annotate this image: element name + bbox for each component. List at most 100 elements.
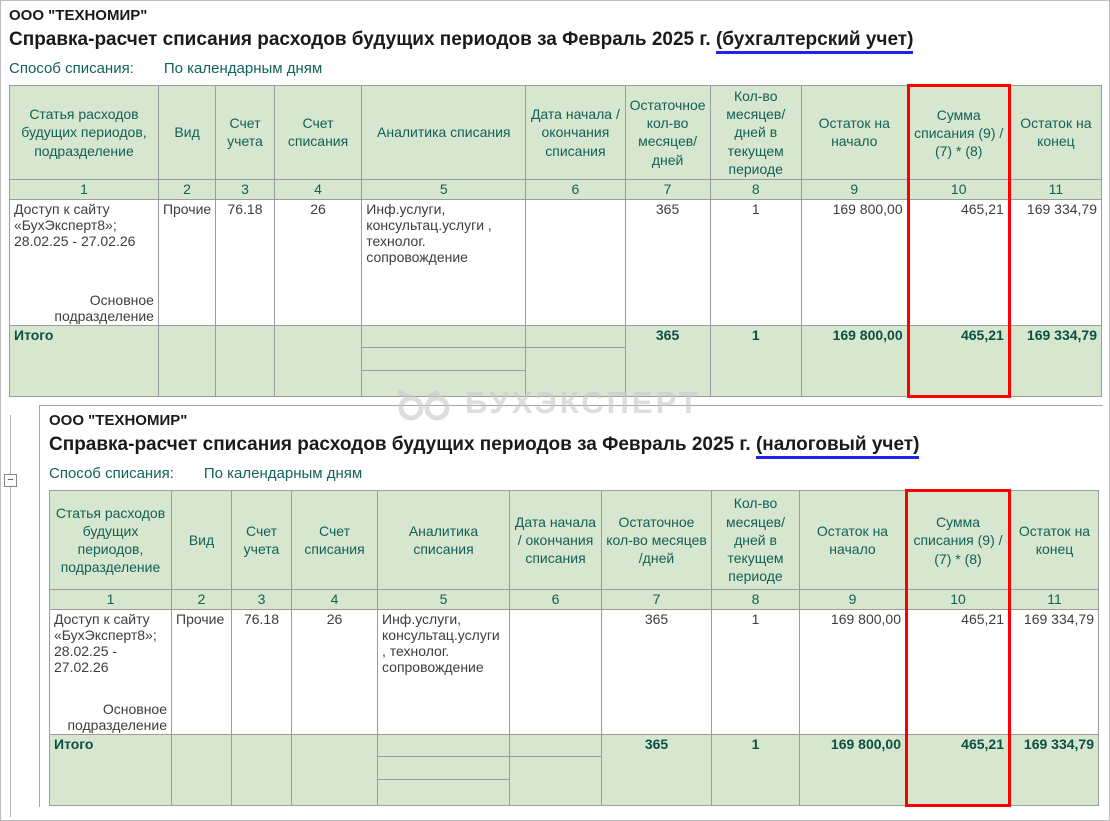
- column-header-article: Статья расходов будущих периодов, подраз…: [49, 489, 172, 590]
- column-number: 7: [624, 178, 711, 200]
- method-label: Способ списания:: [49, 464, 174, 482]
- column-number: 3: [215, 178, 275, 200]
- totals-row: Итого 365 1 169 800,00 465,21 169 334,79: [9, 324, 1103, 398]
- table-header-row: Статья расходов будущих периодов, подраз…: [49, 488, 1099, 590]
- column-number-row: 1 2 3 4 5 6 7 8 9 10 11: [9, 178, 1103, 200]
- column-header-writeoff-account: Счет списания: [291, 489, 378, 590]
- totals-remaining: 365: [601, 733, 712, 806]
- totals-empty: [291, 733, 378, 806]
- column-header-balance-start: Остаток на начало: [799, 489, 907, 590]
- column-header-balance-end: Остаток на конец: [1009, 489, 1099, 590]
- column-number: 10: [905, 588, 1011, 610]
- totals-remaining: 365: [624, 324, 711, 397]
- column-number: 6: [525, 178, 626, 200]
- column-number: 4: [291, 588, 378, 610]
- cell-kind: Прочие: [171, 608, 232, 735]
- expense-table-accounting: Статья расходов будущих периодов, подраз…: [9, 84, 1103, 398]
- cell-writeoff-sum: 465,21: [905, 608, 1011, 735]
- column-number: 5: [361, 178, 527, 200]
- writeoff-method-line: Способ списания: По календарным дням: [9, 60, 1102, 77]
- report-title: Справка-расчет списания расходов будущих…: [49, 433, 1103, 459]
- column-number: 11: [1009, 588, 1099, 610]
- column-number: 8: [709, 178, 802, 200]
- totals-balance-end: 169 334,79: [1009, 733, 1099, 806]
- column-number: 9: [799, 588, 907, 610]
- method-label: Способ списания:: [9, 60, 134, 77]
- column-header-account: Счет учета: [231, 489, 292, 590]
- column-header-period-qty: Кол-во месяцев/ дней в текущем периоде: [709, 85, 802, 180]
- totals-balance-start: 169 800,00: [799, 733, 907, 806]
- column-header-balance-end: Остаток на конец: [1008, 85, 1103, 180]
- column-number: 5: [377, 588, 510, 610]
- totals-sub-cell: [509, 733, 602, 757]
- totals-balance-end: 169 334,79: [1008, 324, 1103, 397]
- totals-balance-start: 169 800,00: [800, 324, 909, 397]
- totals-sub-cell: [525, 324, 626, 348]
- report-title-highlight: (бухгалтерский учет): [715, 29, 914, 54]
- totals-sub-cell: [377, 778, 510, 806]
- company-name: ООО "ТЕХНОМИР": [49, 411, 188, 429]
- cell-balance-start: 169 800,00: [799, 608, 907, 735]
- cell-period-qty: 1: [711, 608, 800, 735]
- totals-empty: [215, 324, 275, 397]
- cell-remaining: 365: [601, 608, 712, 735]
- totals-period-qty: 1: [709, 324, 802, 397]
- totals-empty: [231, 733, 292, 806]
- totals-sub-cell: [361, 346, 527, 371]
- report-title-highlight: (налоговый учет): [755, 433, 920, 459]
- column-number: 8: [711, 588, 800, 610]
- report-block-accounting: ООО "ТЕХНОМИР" Справка-расчет списания р…: [1, 1, 1109, 398]
- cell-writeoff-account: 26: [273, 198, 363, 326]
- cell-analytics: Инф.услуги, консультац.услуги , технолог…: [361, 198, 527, 326]
- column-number: 11: [1008, 178, 1103, 200]
- table-header-row: Статья расходов будущих периодов, подраз…: [9, 84, 1103, 180]
- totals-empty: [157, 324, 217, 397]
- totals-empty: [273, 324, 363, 397]
- totals-sub-cell: [361, 324, 527, 348]
- totals-label: Итого: [49, 733, 172, 806]
- cell-balance-end: 169 334,79: [1008, 198, 1103, 326]
- totals-sub-cell: [525, 346, 626, 397]
- column-number: 9: [800, 178, 909, 200]
- column-header-balance-start: Остаток на начало: [800, 85, 909, 180]
- article-text: Доступ к сайту «БухЭксперт8»; 28.02.25 -…: [54, 610, 157, 675]
- column-number: 4: [273, 178, 363, 200]
- column-number: 10: [906, 178, 1011, 200]
- column-number: 3: [231, 588, 292, 610]
- expense-table-tax: Статья расходов будущих периодов, подраз…: [49, 488, 1099, 807]
- column-number: 6: [509, 588, 602, 610]
- totals-label: Итого: [9, 324, 159, 397]
- column-number: 1: [9, 178, 159, 200]
- collapse-group-button[interactable]: −: [4, 474, 17, 487]
- column-number: 1: [49, 588, 172, 610]
- table-row: Доступ к сайту «БухЭксперт8»; 28.02.25 -…: [9, 198, 1103, 326]
- column-header-kind: Вид: [157, 85, 217, 180]
- totals-sub-cell: [377, 733, 510, 757]
- column-header-writeoff-sum: Сумма списания (9) / (7) * (8): [905, 488, 1011, 590]
- method-value: По календарным дням: [203, 464, 363, 482]
- totals-period-qty: 1: [711, 733, 800, 806]
- report-title: Справка-расчет списания расходов будущих…: [9, 29, 1102, 54]
- column-header-article: Статья расходов будущих периодов, подраз…: [9, 85, 159, 180]
- column-number: 7: [601, 588, 712, 610]
- article-text: Доступ к сайту «БухЭксперт8»; 28.02.25 -…: [14, 200, 136, 249]
- totals-sub-cell: [361, 369, 527, 397]
- cell-analytics: Инф.услуги, консультац.услуги , технолог…: [377, 608, 510, 735]
- column-header-remaining: Остаточное кол-во месяцев/ дней: [624, 85, 711, 180]
- totals-sub-cell: [377, 755, 510, 780]
- column-header-writeoff-sum: Сумма списания (9) / (7) * (8): [906, 84, 1011, 180]
- column-number-row: 1 2 3 4 5 6 7 8 9 10 11: [49, 588, 1099, 610]
- cell-balance-start: 169 800,00: [800, 198, 909, 326]
- report-block-tax: ООО "ТЕХНОМИР" Справка-расчет списания р…: [39, 404, 1103, 807]
- totals-sub-cell: [509, 755, 602, 806]
- totals-empty: [171, 733, 232, 806]
- column-header-writeoff-account: Счет списания: [273, 85, 363, 180]
- company-name: ООО "ТЕХНОМИР": [9, 7, 148, 24]
- cell-account: 76.18: [215, 198, 275, 326]
- column-header-kind: Вид: [171, 489, 232, 590]
- column-header-analytics: Аналитика списания: [377, 489, 510, 590]
- column-number: 2: [171, 588, 232, 610]
- report-viewer: ООО "ТЕХНОМИР" Справка-расчет списания р…: [0, 0, 1110, 821]
- cell-dates: [509, 608, 602, 735]
- column-header-remaining: Остаточное кол-во месяцев /дней: [601, 489, 712, 590]
